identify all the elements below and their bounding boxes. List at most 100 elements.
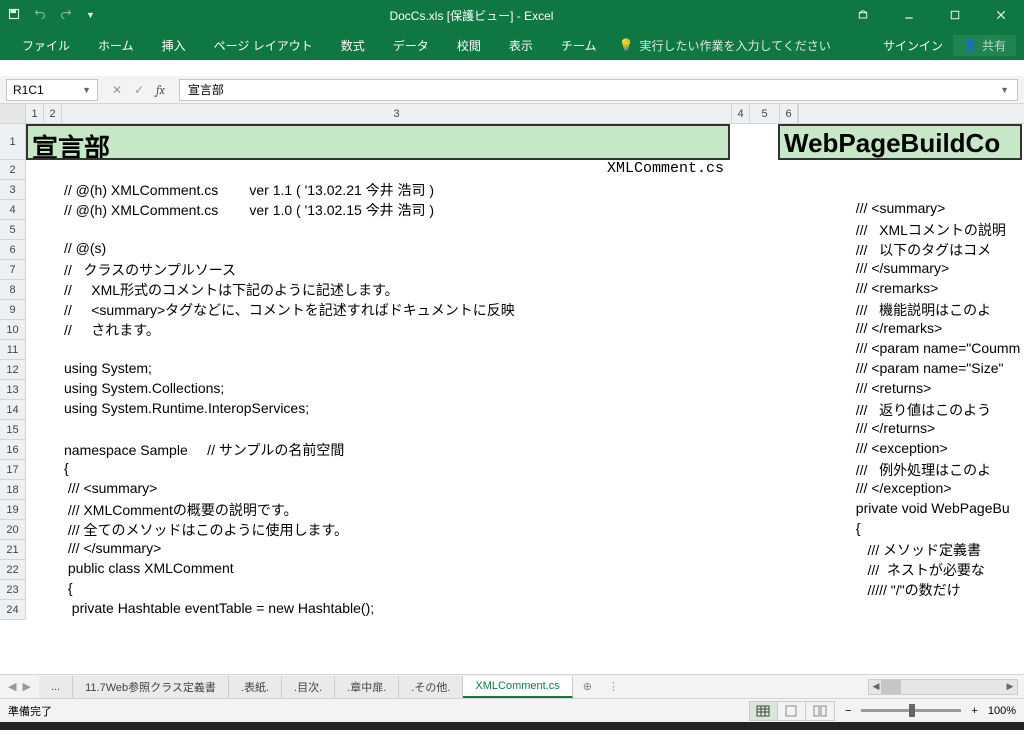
code-line[interactable]: using System.Collections;	[62, 380, 766, 400]
maximize-icon[interactable]	[932, 0, 978, 30]
qat-customize-icon[interactable]: ▼	[86, 10, 95, 20]
code-line[interactable]: ///// "/"の数だけ	[846, 580, 1024, 600]
expand-formula-icon[interactable]: ▼	[1000, 85, 1009, 95]
code-line[interactable]: using System.Runtime.InteropServices;	[62, 400, 766, 420]
sheet-tab[interactable]: .目次.	[282, 676, 335, 698]
code-line[interactable]: private Hashtable eventTable = new Hasht…	[62, 600, 766, 620]
sheet-tab[interactable]: .表紙.	[229, 676, 282, 698]
chevron-down-icon[interactable]: ▼	[82, 85, 91, 95]
tab-view[interactable]: 表示	[495, 30, 547, 60]
code-line[interactable]: public class XMLComment	[62, 560, 766, 580]
sheet-tab[interactable]: .その他.	[399, 676, 463, 698]
code-line[interactable]: {	[62, 580, 766, 600]
code-line[interactable]: using System;	[62, 360, 766, 380]
row-header[interactable]: 3	[0, 180, 26, 200]
horizontal-scrollbar[interactable]: ◀ ▶	[868, 679, 1018, 695]
code-line[interactable]: private void WebPageBu	[846, 500, 1024, 520]
signin-link[interactable]: サインイン	[883, 37, 943, 54]
column-header[interactable]: 3	[62, 104, 732, 123]
tab-pagelayout[interactable]: ページ レイアウト	[200, 30, 327, 60]
code-line[interactable]: {	[846, 520, 1024, 540]
zoom-slider[interactable]	[861, 709, 961, 712]
row-header[interactable]: 14	[0, 400, 26, 420]
scroll-right-icon[interactable]: ▶	[1003, 681, 1017, 692]
code-line[interactable]	[846, 160, 1024, 180]
code-line[interactable]: /// 例外処理はこのよ	[846, 460, 1024, 480]
code-line[interactable]	[62, 420, 766, 440]
row-header[interactable]: 12	[0, 360, 26, 380]
code-line[interactable]: /// <returns>	[846, 380, 1024, 400]
column-header[interactable]: 4	[732, 104, 750, 123]
sheet-tab[interactable]: ...	[39, 676, 73, 698]
spreadsheet-grid[interactable]: 123456 123456789101112131415161718192021…	[0, 104, 1024, 674]
row-header[interactable]: 2	[0, 160, 26, 180]
row-header[interactable]: 5	[0, 220, 26, 240]
row-header[interactable]: 10	[0, 320, 26, 340]
zoom-level[interactable]: 100%	[988, 705, 1016, 717]
column-header[interactable]: 6	[780, 104, 798, 123]
column-header[interactable]: 5	[750, 104, 780, 123]
sheet-tab[interactable]: XMLComment.cs	[463, 676, 572, 698]
row-header[interactable]: 6	[0, 240, 26, 260]
minimize-icon[interactable]	[886, 0, 932, 30]
sheet-nav-prev-icon[interactable]: ◀	[8, 680, 16, 693]
code-line[interactable]: // クラスのサンプルソース	[62, 260, 766, 280]
fx-icon[interactable]: fx	[156, 83, 165, 97]
code-line[interactable]: /// </remarks>	[846, 320, 1024, 340]
code-line[interactable]: /// </summary>	[62, 540, 766, 560]
code-line[interactable]: /// 返り値はこのよう	[846, 400, 1024, 420]
row-header[interactable]: 20	[0, 520, 26, 540]
tab-resize-handle[interactable]: ⋮	[602, 680, 625, 693]
row-header[interactable]: 16	[0, 440, 26, 460]
code-line[interactable]	[62, 220, 766, 240]
section-title-left[interactable]: 宣言部	[26, 124, 730, 160]
accept-formula-icon[interactable]: ✓	[134, 83, 144, 97]
code-line[interactable]: /// 全てのメソッドはこのように使用します。	[62, 520, 766, 540]
code-line[interactable]: /// <remarks>	[846, 280, 1024, 300]
code-line[interactable]: namespace Sample // サンプルの名前空間	[62, 440, 766, 460]
code-line[interactable]: /// </returns>	[846, 420, 1024, 440]
row-header[interactable]: 17	[0, 460, 26, 480]
code-line[interactable]: // <summary>タグなどに、コメントを記述すればドキュメントに反映	[62, 300, 766, 320]
sheet-nav-next-icon[interactable]: ▶	[22, 680, 30, 693]
code-line[interactable]: /// XMLCommentの概要の説明です。	[62, 500, 766, 520]
row-header[interactable]: 9	[0, 300, 26, 320]
code-line[interactable]: /// <summary>	[846, 200, 1024, 220]
code-line[interactable]: // @(h) XMLComment.cs ver 1.1 ( '13.02.2…	[62, 180, 766, 200]
tab-formulas[interactable]: 数式	[327, 30, 379, 60]
code-line[interactable]: // XML形式のコメントは下記のように記述します。	[62, 280, 766, 300]
tab-team[interactable]: チーム	[547, 30, 611, 60]
row-header[interactable]: 18	[0, 480, 26, 500]
section-title-right[interactable]: WebPageBuildCo	[778, 124, 1022, 160]
view-normal-icon[interactable]	[750, 702, 778, 720]
row-header[interactable]: 21	[0, 540, 26, 560]
code-line[interactable]: /// ネストが必要な	[846, 560, 1024, 580]
sheet-tab[interactable]: 11.7Web参照クラス定義書	[73, 676, 229, 698]
code-line[interactable]: /// <param name="Coumm	[846, 340, 1024, 360]
code-line[interactable]: /// <exception>	[846, 440, 1024, 460]
code-line[interactable]: // されます。	[62, 320, 766, 340]
tab-insert[interactable]: 挿入	[148, 30, 200, 60]
code-line[interactable]: // @(s)	[62, 240, 766, 260]
code-line[interactable]: // @(h) XMLComment.cs ver 1.0 ( '13.02.1…	[62, 200, 766, 220]
close-icon[interactable]	[978, 0, 1024, 30]
save-icon[interactable]	[8, 8, 20, 23]
row-header[interactable]: 19	[0, 500, 26, 520]
code-line[interactable]: /// 機能説明はこのよ	[846, 300, 1024, 320]
row-header[interactable]: 11	[0, 340, 26, 360]
tellme-search[interactable]: 💡 実行したい作業を入力してください	[618, 37, 830, 54]
row-header[interactable]: 4	[0, 200, 26, 220]
row-header[interactable]: 1	[0, 124, 26, 160]
view-pagebreak-icon[interactable]	[806, 702, 834, 720]
row-header[interactable]: 24	[0, 600, 26, 620]
view-pagelayout-icon[interactable]	[778, 702, 806, 720]
code-line[interactable]	[846, 180, 1024, 200]
tab-review[interactable]: 校閲	[443, 30, 495, 60]
code-line[interactable]: /// メソッド定義書	[846, 540, 1024, 560]
formula-input[interactable]: 宣言部 ▼	[179, 79, 1018, 101]
undo-icon[interactable]	[34, 8, 46, 23]
name-box[interactable]: R1C1 ▼	[6, 79, 98, 101]
code-line[interactable]: {	[62, 460, 766, 480]
row-header[interactable]: 13	[0, 380, 26, 400]
column-header[interactable]: 1	[26, 104, 44, 123]
